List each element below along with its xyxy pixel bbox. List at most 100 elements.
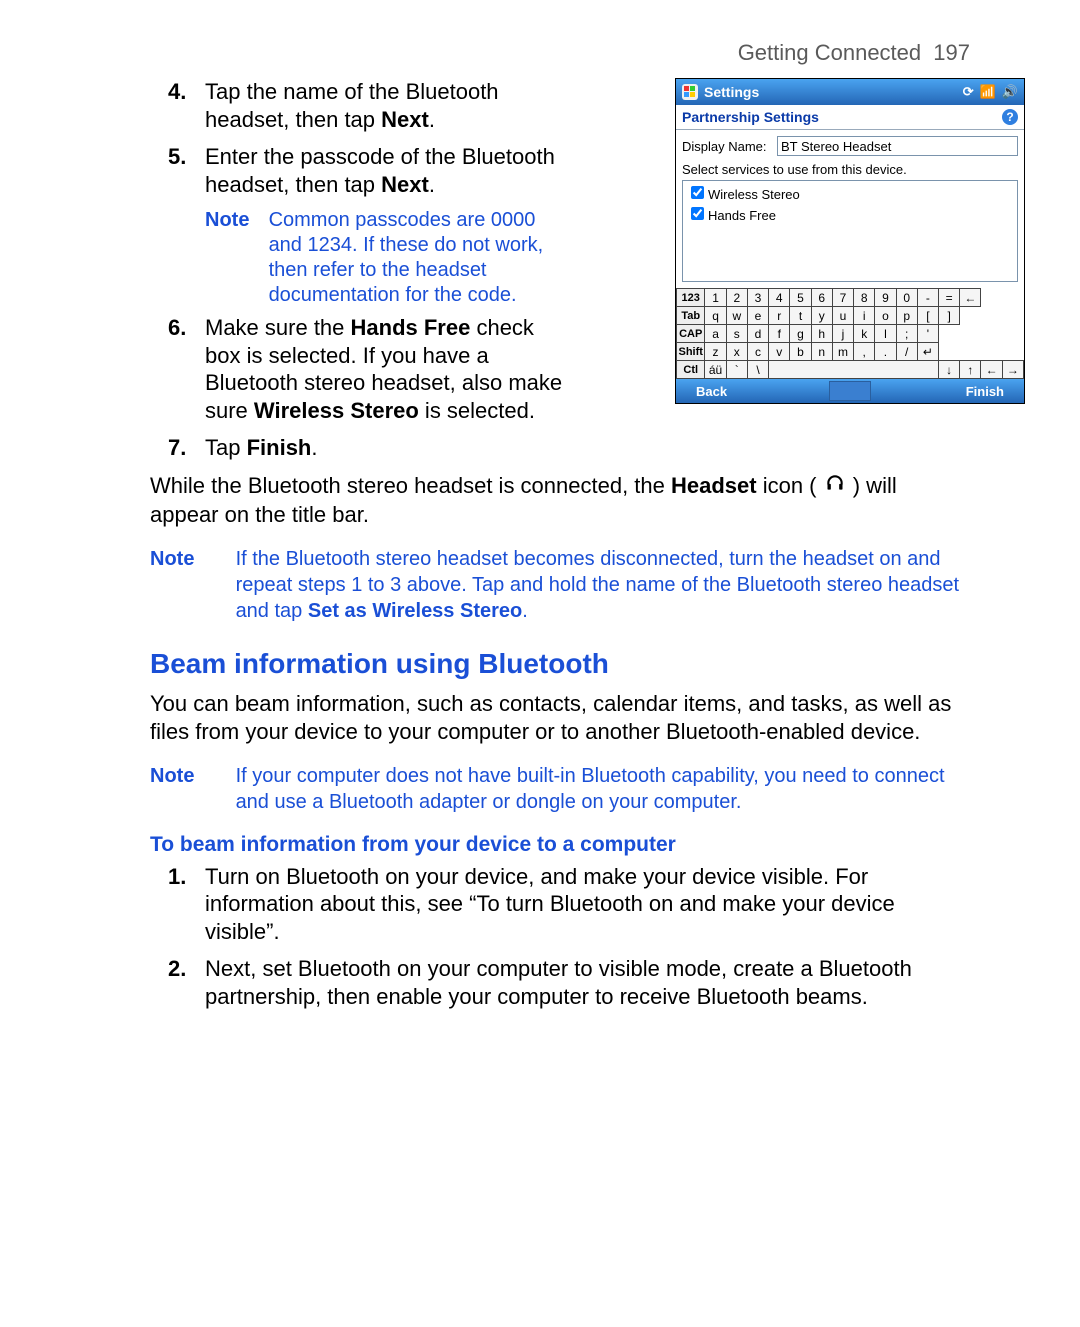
key-Tab[interactable]: Tab: [677, 307, 705, 325]
key-9[interactable]: 9: [875, 289, 896, 307]
steps-part-a: 4.Tap the name of the Bluetooth headset,…: [150, 78, 575, 198]
key-6[interactable]: 6: [811, 289, 832, 307]
key-↑[interactable]: ↑: [960, 361, 981, 379]
key-5[interactable]: 5: [790, 289, 811, 307]
page-number: 197: [933, 40, 970, 65]
beam-step-1: 1.Turn on Bluetooth on your device, and …: [150, 863, 970, 946]
key-Ctl[interactable]: Ctl: [677, 361, 705, 379]
key-c[interactable]: c: [747, 343, 768, 361]
kb-row-5: Ctláü`\ ↓↑←→: [677, 361, 1024, 379]
key-q[interactable]: q: [705, 307, 726, 325]
key-123[interactable]: 123: [677, 289, 705, 307]
sync-icon: ⟳: [963, 84, 974, 100]
services-listbox[interactable]: Wireless Stereo Hands Free: [682, 180, 1018, 282]
start-icon: [682, 84, 698, 100]
key-m[interactable]: m: [832, 343, 853, 361]
display-name-row: Display Name:: [682, 136, 1018, 156]
key-][interactable]: ]: [939, 307, 960, 325]
finish-softkey[interactable]: Finish: [871, 384, 1024, 399]
service-hands-free[interactable]: Hands Free: [687, 204, 1013, 225]
key-y[interactable]: y: [811, 307, 832, 325]
key-3[interactable]: 3: [747, 289, 768, 307]
key-w[interactable]: w: [726, 307, 747, 325]
device-screenshot: Settings ⟳ 📶 🔊 Partnership Settings ? Di…: [675, 78, 1025, 404]
headset-icon: [825, 472, 845, 501]
display-name-field[interactable]: [777, 136, 1018, 156]
note-disconnected: Note If the Bluetooth stereo headset bec…: [150, 546, 970, 624]
device-bottombar: Back Finish: [676, 379, 1024, 403]
key-\[interactable]: \: [747, 361, 768, 379]
device-subheader: Partnership Settings ?: [676, 105, 1024, 130]
key-↓[interactable]: ↓: [939, 361, 960, 379]
key-h[interactable]: h: [811, 325, 832, 343]
key-x[interactable]: x: [726, 343, 747, 361]
section-beam-info: Beam information using Bluetooth: [150, 648, 970, 680]
key-[[interactable]: [: [917, 307, 938, 325]
key-áü[interactable]: áü: [705, 361, 726, 379]
key-d[interactable]: d: [747, 325, 768, 343]
key-'[interactable]: ': [917, 325, 938, 343]
key-←[interactable]: ←: [981, 361, 1002, 379]
kb-row-1: 1231234567890-=←: [677, 289, 1024, 307]
on-screen-keyboard[interactable]: 1231234567890-=← Tabqwertyuiop[] CAPasdf…: [676, 288, 1024, 379]
key-s[interactable]: s: [726, 325, 747, 343]
key-`[interactable]: `: [726, 361, 747, 379]
key-g[interactable]: g: [790, 325, 811, 343]
signal-icon: 📶: [980, 84, 996, 100]
step-7: 7.Tap Finish.: [150, 434, 575, 462]
key-j[interactable]: j: [832, 325, 853, 343]
back-softkey[interactable]: Back: [676, 384, 829, 399]
beam-intro-paragraph: You can beam information, such as contac…: [150, 690, 970, 747]
key--[interactable]: -: [917, 289, 938, 307]
key-/[interactable]: /: [896, 343, 917, 361]
key-0[interactable]: 0: [896, 289, 917, 307]
key-=[interactable]: =: [939, 289, 960, 307]
key-k[interactable]: k: [854, 325, 875, 343]
key-2[interactable]: 2: [726, 289, 747, 307]
key-Shift[interactable]: Shift: [677, 343, 705, 361]
key-,[interactable]: ,: [854, 343, 875, 361]
help-icon[interactable]: ?: [1002, 109, 1018, 125]
key-8[interactable]: 8: [854, 289, 875, 307]
key-a[interactable]: a: [705, 325, 726, 343]
device-title-text: Settings: [704, 84, 759, 100]
key-o[interactable]: o: [875, 307, 896, 325]
key-b[interactable]: b: [790, 343, 811, 361]
steps-beam: 1.Turn on Bluetooth on your device, and …: [150, 863, 970, 1011]
key-e[interactable]: e: [747, 307, 768, 325]
key-z[interactable]: z: [705, 343, 726, 361]
key-u[interactable]: u: [832, 307, 853, 325]
headset-icon-paragraph: While the Bluetooth stereo headset is co…: [150, 472, 970, 530]
key-.[interactable]: .: [875, 343, 896, 361]
keyboard-toggle-icon[interactable]: [829, 381, 871, 401]
kb-row-3: CAPasdfghjkl;': [677, 325, 1024, 343]
key-←[interactable]: ←: [960, 289, 981, 307]
key-space[interactable]: [769, 361, 939, 379]
key-CAP[interactable]: CAP: [677, 325, 705, 343]
page-header: Getting Connected 197: [150, 40, 970, 66]
service-wireless-stereo[interactable]: Wireless Stereo: [687, 183, 1013, 204]
device-titlebar: Settings ⟳ 📶 🔊: [676, 79, 1024, 105]
subsection-beam-to-computer: To beam information from your device to …: [150, 833, 970, 857]
key-v[interactable]: v: [769, 343, 790, 361]
key-i[interactable]: i: [854, 307, 875, 325]
key-r[interactable]: r: [769, 307, 790, 325]
key-↵[interactable]: ↵: [917, 343, 938, 361]
display-name-label: Display Name:: [682, 139, 777, 154]
key-1[interactable]: 1: [705, 289, 726, 307]
key-n[interactable]: n: [811, 343, 832, 361]
note-bt-adapter: Note If your computer does not have buil…: [150, 763, 970, 815]
key-p[interactable]: p: [896, 307, 917, 325]
key-4[interactable]: 4: [769, 289, 790, 307]
steps-part-b: 6.Make sure the Hands Free check box is …: [150, 314, 575, 462]
key-;[interactable]: ;: [896, 325, 917, 343]
select-services-text: Select services to use from this device.: [682, 162, 1018, 177]
step-5: 5.Enter the passcode of the Bluetooth he…: [150, 143, 575, 198]
key-→[interactable]: →: [1002, 361, 1023, 379]
key-7[interactable]: 7: [832, 289, 853, 307]
key-l[interactable]: l: [875, 325, 896, 343]
chapter-title: Getting Connected: [738, 40, 921, 65]
key-t[interactable]: t: [790, 307, 811, 325]
kb-row-4: Shiftzxcvbnm,./↵: [677, 343, 1024, 361]
key-f[interactable]: f: [769, 325, 790, 343]
